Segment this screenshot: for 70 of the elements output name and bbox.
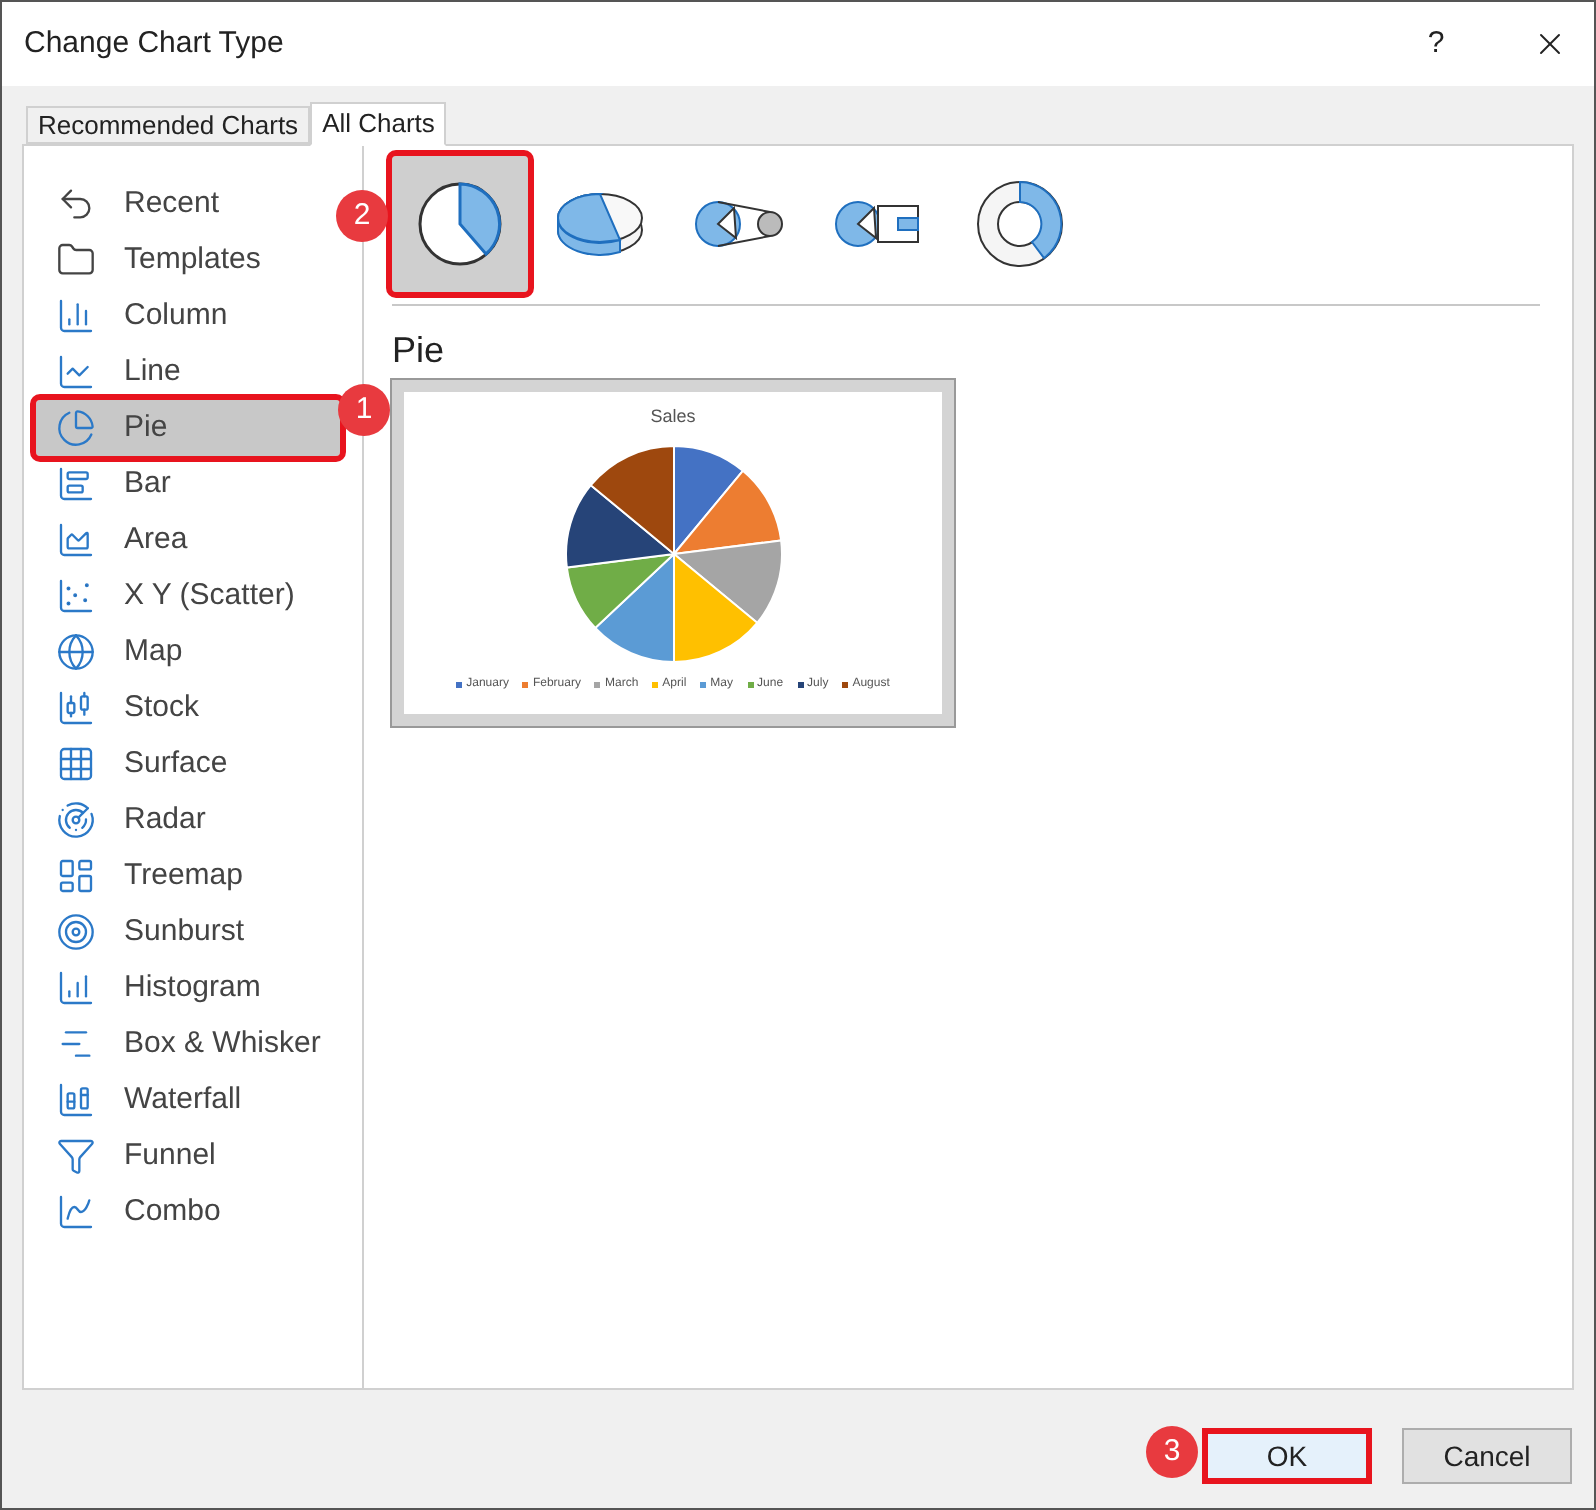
- chart-type-item[interactable]: Sunburst: [36, 904, 340, 960]
- dialog-button[interactable]: Cancel: [1402, 1428, 1572, 1484]
- doughnut-icon: [974, 178, 1066, 270]
- combo-chart-icon: [56, 1192, 96, 1232]
- chart-type-label: Templates: [124, 239, 261, 280]
- chart-type-label: Box & Whisker: [124, 1023, 321, 1064]
- chart-type-item[interactable]: X Y (Scatter): [36, 568, 340, 624]
- chart-type-label: Histogram: [124, 967, 261, 1008]
- funnel-icon: [56, 1136, 96, 1176]
- chart-title: Sales: [650, 404, 696, 430]
- chart-type-item[interactable]: Surface: [36, 736, 340, 792]
- chart-type-item[interactable]: Waterfall: [36, 1072, 340, 1128]
- chart-type-item[interactable]: Templates: [36, 232, 340, 288]
- chart-type-label: Treemap: [124, 855, 243, 896]
- undo-arrow-icon: [56, 184, 96, 224]
- chart-type-label: Surface: [124, 743, 228, 784]
- chart-type-label: Radar: [124, 799, 206, 840]
- chart-type-item[interactable]: Radar: [36, 792, 340, 848]
- chart-type-label: Waterfall: [124, 1079, 242, 1120]
- pie-chart-icon: [416, 180, 504, 268]
- chart-type-item[interactable]: Area: [36, 512, 340, 568]
- globe-icon: [56, 632, 96, 672]
- pie-of-pie-icon: [694, 196, 786, 252]
- tab[interactable]: Recommended Charts: [26, 106, 311, 144]
- chart-type-item[interactable]: Combo: [36, 1184, 340, 1240]
- chart-type-item[interactable]: Column: [36, 288, 340, 344]
- chart-type-label: Bar: [124, 463, 171, 504]
- chart-type-item[interactable]: Box & Whisker: [36, 1016, 340, 1072]
- chart-type-label: Column: [124, 295, 228, 336]
- chart-type-label: Stock: [124, 687, 200, 728]
- folder-icon: [56, 240, 96, 280]
- chart-type-item[interactable]: Recent: [36, 176, 340, 232]
- bar-chart-icon: [56, 464, 96, 504]
- chart-type-label: Funnel: [124, 1135, 216, 1176]
- chart-type-label: Area: [124, 519, 188, 560]
- chart-type-item[interactable]: Line: [36, 344, 340, 400]
- grid-icon: [56, 744, 96, 784]
- line-chart-icon: [56, 352, 96, 392]
- chart-type-item[interactable]: Histogram: [36, 960, 340, 1016]
- chart-type-item[interactable]: Funnel: [36, 1128, 340, 1184]
- pie-chart-icon: [56, 408, 96, 448]
- radar-icon: [56, 800, 96, 840]
- chart-type-label: Sunburst: [124, 911, 245, 952]
- column-chart-icon: [56, 296, 96, 336]
- dialog-button[interactable]: OK: [1202, 1428, 1372, 1484]
- help-button[interactable]: ?: [1406, 21, 1466, 67]
- chart-type-item[interactable]: Bar: [36, 456, 340, 512]
- chart-type-label: Line: [124, 351, 181, 392]
- step-number-badge: 3: [1146, 1426, 1198, 1478]
- 3d-pie-icon: [554, 190, 646, 258]
- histogram-icon: [56, 968, 96, 1008]
- window-title: Change Chart Type: [24, 23, 286, 64]
- chart-type-label: X Y (Scatter): [124, 575, 295, 616]
- chart-type-label: Map: [124, 631, 183, 672]
- chart-type-label: Combo: [124, 1191, 221, 1232]
- chart-type-item[interactable]: Map: [36, 624, 340, 680]
- chart-type-item[interactable]: Stock: [36, 680, 340, 736]
- chart-subtype-button[interactable]: [392, 156, 528, 292]
- chart-type-item[interactable]: Pie: [36, 400, 340, 456]
- scatter-chart-icon: [56, 576, 96, 616]
- treemap-icon: [56, 856, 96, 896]
- preview-heading: Pie: [392, 328, 447, 372]
- tab[interactable]: All Charts: [310, 102, 447, 146]
- chart-type-label: Recent: [124, 183, 220, 224]
- sunburst-icon: [56, 912, 96, 952]
- chart-type-label: Pie: [124, 407, 168, 448]
- area-chart-icon: [56, 520, 96, 560]
- waterfall-icon: [56, 1080, 96, 1120]
- stock-chart-icon: [56, 688, 96, 728]
- chart-type-item[interactable]: Treemap: [36, 848, 340, 904]
